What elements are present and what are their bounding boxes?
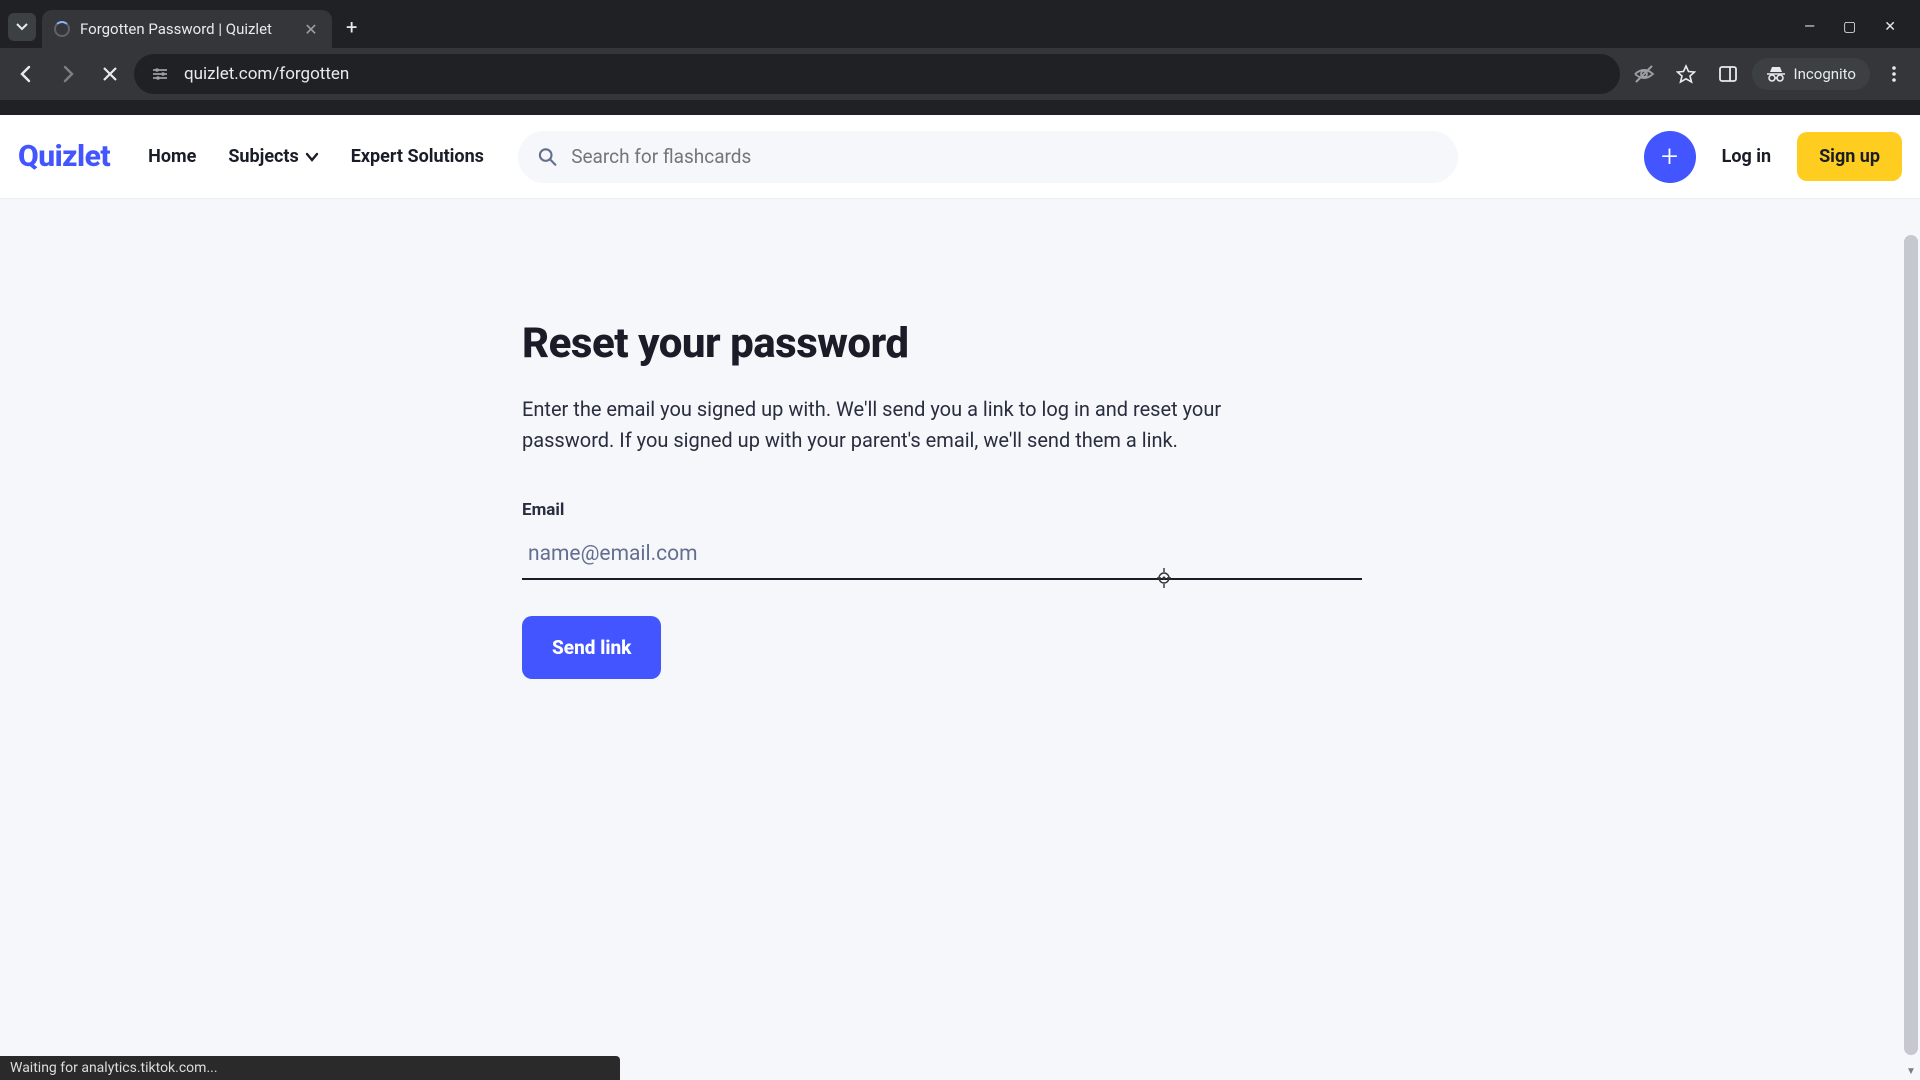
signup-button[interactable]: Sign up: [1797, 132, 1902, 181]
browser-menu-button[interactable]: [1876, 56, 1912, 92]
star-icon: [1676, 64, 1696, 84]
back-button[interactable]: [8, 56, 44, 92]
incognito-label: Incognito: [1794, 65, 1856, 83]
kebab-icon: [1885, 65, 1903, 83]
browser-tab[interactable]: Forgotten Password | Quizlet ✕: [42, 10, 332, 48]
nav-subjects[interactable]: Subjects: [216, 138, 330, 175]
page-heading: Reset your password: [522, 319, 1380, 368]
nav-expert-solutions[interactable]: Expert Solutions: [339, 138, 496, 175]
eye-off-icon: [1633, 63, 1655, 85]
scrollbar-thumb[interactable]: [1904, 235, 1918, 1055]
site-info-button[interactable]: [150, 64, 170, 84]
chevron-down-icon: [16, 21, 28, 33]
browser-chrome: Forgotten Password | Quizlet ✕ + — ▢ ✕ q…: [0, 0, 1920, 115]
nav-home[interactable]: Home: [136, 138, 208, 175]
url-text: quizlet.com/forgotten: [184, 64, 349, 84]
tune-icon: [151, 65, 169, 83]
status-text: Waiting for analytics.tiktok.com...: [10, 1060, 218, 1076]
tab-search-button[interactable]: [8, 13, 36, 41]
main-content: Reset your password Enter the email you …: [0, 199, 1380, 679]
tracking-blocked-button[interactable]: [1626, 56, 1662, 92]
tab-strip: Forgotten Password | Quizlet ✕ + — ▢ ✕: [0, 6, 1920, 48]
chevron-down-icon: [305, 150, 319, 164]
browser-status-bar: Waiting for analytics.tiktok.com...: [0, 1056, 620, 1080]
address-bar[interactable]: quizlet.com/forgotten: [134, 54, 1620, 94]
search-input[interactable]: [571, 145, 1438, 168]
site-header: Quizlet Home Subjects Expert Solutions +…: [0, 115, 1920, 199]
bookmark-button[interactable]: [1668, 56, 1704, 92]
close-tab-button[interactable]: ✕: [302, 20, 320, 39]
scroll-down-button[interactable]: ▼: [1902, 1062, 1920, 1080]
nav-subjects-label: Subjects: [228, 146, 298, 167]
browser-toolbar: quizlet.com/forgotten Incognito: [0, 48, 1920, 100]
send-link-button[interactable]: Send link: [522, 616, 661, 679]
search-box[interactable]: [518, 131, 1458, 183]
search-icon: [538, 147, 557, 167]
page-viewport: Quizlet Home Subjects Expert Solutions +…: [0, 115, 1920, 1080]
new-tab-button[interactable]: +: [346, 15, 357, 39]
side-panel-button[interactable]: [1710, 56, 1746, 92]
incognito-icon: [1766, 64, 1786, 84]
incognito-indicator[interactable]: Incognito: [1752, 58, 1870, 90]
plus-icon: +: [1661, 139, 1678, 174]
scrollbar[interactable]: ▲ ▼: [1902, 230, 1920, 1080]
close-window-button[interactable]: ✕: [1884, 19, 1896, 35]
close-icon: [102, 66, 118, 82]
panel-icon: [1718, 64, 1738, 84]
maximize-button[interactable]: ▢: [1843, 19, 1856, 35]
email-input[interactable]: [522, 530, 1362, 580]
forward-button[interactable]: [50, 56, 86, 92]
minimize-button[interactable]: —: [1804, 19, 1815, 35]
page-description: Enter the email you signed up with. We'l…: [522, 394, 1292, 456]
tab-title: Forgotten Password | Quizlet: [80, 20, 292, 38]
loading-spinner-icon: [54, 21, 70, 37]
stop-reload-button[interactable]: [92, 56, 128, 92]
window-controls: — ▢ ✕: [1804, 19, 1920, 35]
arrow-left-icon: [16, 64, 36, 84]
email-label: Email: [522, 500, 1380, 520]
login-link[interactable]: Log in: [1704, 146, 1790, 167]
quizlet-logo[interactable]: Quizlet: [18, 139, 110, 174]
create-button[interactable]: +: [1644, 131, 1696, 183]
arrow-right-icon: [58, 64, 78, 84]
